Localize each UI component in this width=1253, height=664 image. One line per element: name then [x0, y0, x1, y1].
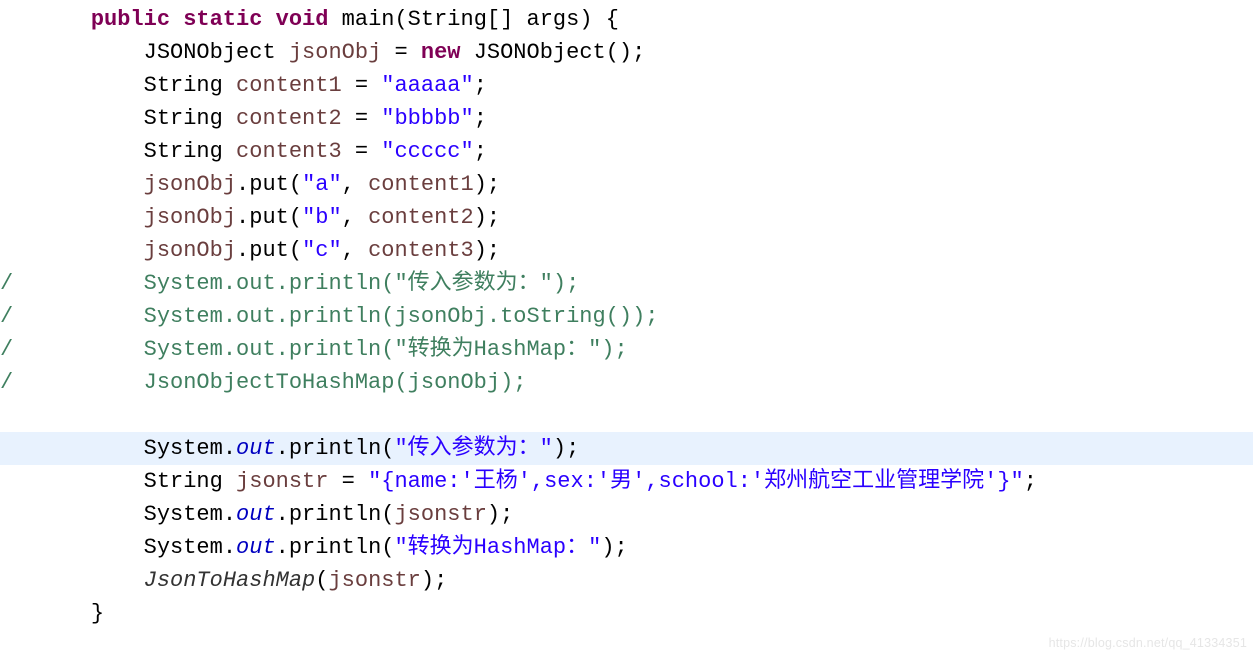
watermark: https://blog.csdn.net/qq_41334351 — [1049, 627, 1247, 660]
code-line: String content3 = "ccccc"; — [0, 135, 1253, 168]
text-cursor — [579, 437, 580, 459]
code-line: jsonObj.put("a", content1); — [0, 168, 1253, 201]
code-line: System.out.println("转换为HashMap："); — [0, 531, 1253, 564]
code-block: public static void main(String[] args) {… — [0, 0, 1253, 630]
code-line: JsonToHashMap(jsonstr); — [0, 564, 1253, 597]
code-line-commented: / JsonObjectToHashMap(jsonObj); — [0, 366, 1253, 399]
code-line-commented: / System.out.println("转换为HashMap："); — [0, 333, 1253, 366]
code-line: String content2 = "bbbbb"; — [0, 102, 1253, 135]
code-line: System.out.println(jsonstr); — [0, 498, 1253, 531]
code-line-current[interactable]: System.out.println("传入参数为："); — [0, 432, 1253, 465]
code-line: jsonObj.put("b", content2); — [0, 201, 1253, 234]
code-line: String content1 = "aaaaa"; — [0, 69, 1253, 102]
code-line: String jsonstr = "{name:'王杨',sex:'男',sch… — [0, 465, 1253, 498]
code-line: JSONObject jsonObj = new JSONObject(); — [0, 36, 1253, 69]
code-line-commented: / System.out.println("传入参数为："); — [0, 267, 1253, 300]
code-line-blank — [0, 399, 1253, 432]
code-line-commented: / System.out.println(jsonObj.toString())… — [0, 300, 1253, 333]
code-line: } — [0, 597, 1253, 630]
code-line: public static void main(String[] args) { — [0, 3, 1253, 36]
code-line: jsonObj.put("c", content3); — [0, 234, 1253, 267]
